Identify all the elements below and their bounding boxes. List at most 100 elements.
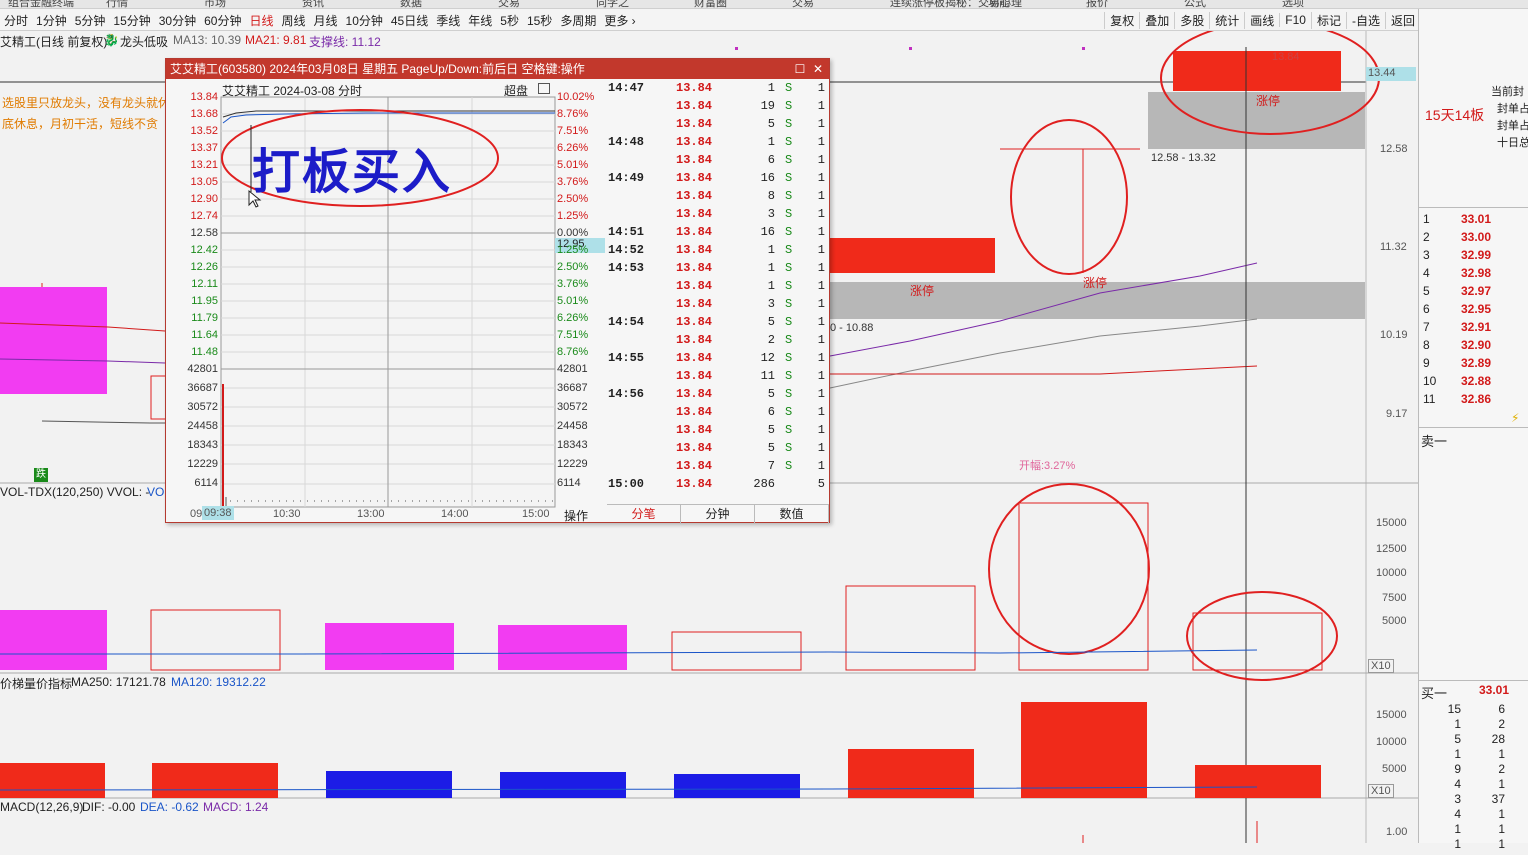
queue-a: 9 xyxy=(1454,762,1461,776)
tick-volume: 5 xyxy=(767,315,775,329)
period-3[interactable]: 15分钟 xyxy=(109,12,154,29)
period-1[interactable]: 1分钟 xyxy=(32,12,71,29)
tick-row[interactable]: 14:52 13.84 1 S 1 xyxy=(607,241,829,259)
menu-item-13[interactable]: 选项 xyxy=(1282,0,1304,8)
tick-price: 13.84 xyxy=(676,225,713,239)
tick-row[interactable]: 13.84 6 S 1 xyxy=(607,403,829,421)
tick-volume: 5 xyxy=(767,441,775,455)
tick-count: 1 xyxy=(817,423,825,437)
tick-row[interactable]: 14:56 13.84 5 S 1 xyxy=(607,385,829,403)
order-book-row: 8 32.90 xyxy=(1423,338,1527,356)
menu-item-3[interactable]: 资讯 xyxy=(302,0,324,8)
close-icon[interactable]: ✕ xyxy=(809,59,827,79)
intraday-popup-window[interactable]: 艾艾精工(603580) 2024年03月08日 星期五 PageUp/Down… xyxy=(165,58,830,524)
tick-count: 1 xyxy=(817,243,825,257)
tick-count: 5 xyxy=(817,477,825,491)
ladder-axis-3: 5000 xyxy=(1382,763,1407,775)
period-5[interactable]: 60分钟 xyxy=(200,12,245,29)
tick-volume: 5 xyxy=(767,117,775,131)
tool-3[interactable]: 统计 xyxy=(1209,11,1244,29)
period-12[interactable]: 年线 xyxy=(464,12,496,29)
menu-item-11[interactable]: 报价 xyxy=(1086,0,1108,8)
period-4[interactable]: 30分钟 xyxy=(155,12,200,29)
tab-minutes[interactable]: 分钟 xyxy=(681,505,755,524)
tool-5[interactable]: F10 xyxy=(1279,13,1311,27)
period-16[interactable]: 更多 › xyxy=(600,12,639,29)
tick-row[interactable]: 13.84 11 S 1 xyxy=(607,367,829,385)
tick-row[interactable]: 13.84 7 S 1 xyxy=(607,457,829,475)
period-6[interactable]: 日线 xyxy=(245,12,277,29)
queue-a: 5 xyxy=(1454,732,1461,746)
period-0[interactable]: 分时 xyxy=(0,12,32,29)
maximize-icon[interactable]: ☐ xyxy=(791,59,809,79)
menu-item-12[interactable]: 公式 xyxy=(1184,0,1206,8)
tick-row[interactable]: 13.84 5 S 1 xyxy=(607,115,829,133)
period-10[interactable]: 45日线 xyxy=(387,12,432,29)
tick-list[interactable]: 14:47 13.84 1 S 1 13.84 19 S 1 13.84 5 S 1 14:48 13.84… xyxy=(607,79,829,504)
menu-item-8[interactable]: 交易 xyxy=(792,0,814,8)
tick-row[interactable]: 14:48 13.84 1 S 1 xyxy=(607,133,829,151)
tab-values[interactable]: 数值 xyxy=(755,505,829,524)
menu-item-4[interactable]: 数据 xyxy=(400,0,422,8)
tick-row[interactable]: 14:54 13.84 5 S 1 xyxy=(607,313,829,331)
tick-tabs: 分笔 分钟 数值 xyxy=(607,504,829,524)
app-menu-bar: 组合金融终端 行情 市场 资讯 数据 交易 同学之 财富圈 交易 连续涨停板揭秘：交易心理 功能 报价… xyxy=(0,0,1528,9)
order-level: 10 xyxy=(1423,374,1437,388)
tick-row[interactable]: 14:51 13.84 16 S 1 xyxy=(607,223,829,241)
tick-row[interactable]: 14:55 13.84 12 S 1 xyxy=(607,349,829,367)
tick-row[interactable]: 15:00 13.84 286 5 xyxy=(607,475,829,493)
queue-b: 1 xyxy=(1498,747,1505,761)
menu-item-2[interactable]: 市场 xyxy=(204,0,226,8)
tick-row[interactable]: 13.84 2 S 1 xyxy=(607,331,829,349)
intraday-chart[interactable]: 艾艾精工 2024-03-08 分时 超盘 打板买入 12.95 09 09:3… xyxy=(166,79,606,524)
tick-count: 1 xyxy=(817,387,825,401)
right-pct-0: 10.02% xyxy=(557,91,595,103)
period-15[interactable]: 多周期 xyxy=(556,12,600,29)
right-pct-7: 1.25% xyxy=(557,210,589,222)
period-2[interactable]: 5分钟 xyxy=(71,12,110,29)
tick-row[interactable]: 13.84 5 S 1 xyxy=(607,439,829,457)
tick-row[interactable]: 13.84 19 S 1 xyxy=(607,97,829,115)
tick-count: 1 xyxy=(817,459,825,473)
order-price: 33.00 xyxy=(1461,230,1492,244)
period-13[interactable]: 5秒 xyxy=(496,12,523,29)
tool-8[interactable]: 返回 xyxy=(1384,11,1420,29)
tick-volume: 1 xyxy=(767,261,775,275)
tick-count: 1 xyxy=(817,279,825,293)
tick-time: 14:51 xyxy=(608,225,645,239)
operate-button[interactable]: 操作 xyxy=(564,507,588,524)
tick-row[interactable]: 13.84 8 S 1 xyxy=(607,187,829,205)
menu-item-6[interactable]: 同学之 xyxy=(596,0,629,8)
tick-row[interactable]: 14:49 13.84 16 S 1 xyxy=(607,169,829,187)
tick-row[interactable]: 13.84 5 S 1 xyxy=(607,421,829,439)
tick-row[interactable]: 14:53 13.84 1 S 1 xyxy=(607,259,829,277)
period-9[interactable]: 10分钟 xyxy=(342,12,387,29)
period-11[interactable]: 季线 xyxy=(432,12,464,29)
period-8[interactable]: 月线 xyxy=(310,12,342,29)
tick-row[interactable]: 13.84 3 S 1 xyxy=(607,295,829,313)
right-vol-1: 36687 xyxy=(557,382,588,394)
tick-count: 1 xyxy=(817,261,825,275)
tool-2[interactable]: 多股 xyxy=(1174,11,1209,29)
seal-info-3: 封单占 xyxy=(1497,120,1528,132)
tick-row[interactable]: 14:47 13.84 1 S 1 xyxy=(607,79,829,97)
tool-1[interactable]: 叠加 xyxy=(1139,11,1174,29)
tool-0[interactable]: 复权 xyxy=(1104,11,1139,29)
popup-titlebar[interactable]: 艾艾精工(603580) 2024年03月08日 星期五 PageUp/Down… xyxy=(166,59,829,79)
menu-item-1[interactable]: 行情 xyxy=(106,0,128,8)
tick-volume: 3 xyxy=(767,297,775,311)
tick-row[interactable]: 13.84 3 S 1 xyxy=(607,205,829,223)
tool-4[interactable]: 画线 xyxy=(1244,11,1279,29)
menu-item-10[interactable]: 功能 xyxy=(988,0,1010,8)
menu-item-7[interactable]: 财富圈 xyxy=(694,0,727,8)
left-price-6: 12.90 xyxy=(190,193,218,205)
tool-7[interactable]: -自选 xyxy=(1345,11,1385,29)
tool-6[interactable]: 标记 xyxy=(1310,11,1346,29)
menu-item-5[interactable]: 交易 xyxy=(498,0,520,8)
tick-row[interactable]: 13.84 6 S 1 xyxy=(607,151,829,169)
tick-row[interactable]: 13.84 1 S 1 xyxy=(607,277,829,295)
period-7[interactable]: 周线 xyxy=(277,12,309,29)
tab-ticks[interactable]: 分笔 xyxy=(607,505,681,524)
menu-item-0[interactable]: 组合金融终端 xyxy=(8,0,74,8)
period-14[interactable]: 15秒 xyxy=(523,12,556,29)
